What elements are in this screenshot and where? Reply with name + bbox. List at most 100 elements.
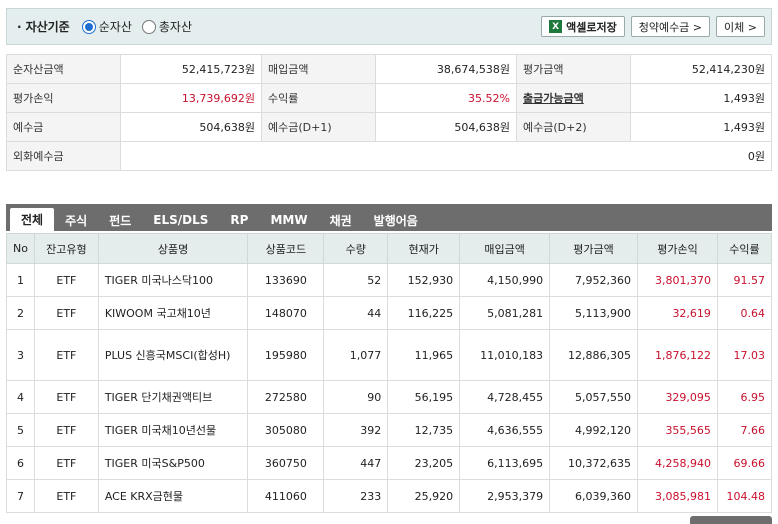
radio-net-assets[interactable]: 순자산 — [81, 18, 132, 35]
holdings-table: No 잔고유형 상품명 상품코드 수량 현재가 매입금액 평가금액 평가손익 수… — [6, 233, 773, 513]
row-number: 3 — [6, 329, 35, 381]
current-price: 116,225 — [387, 296, 461, 330]
summary-value: 1,493원 — [630, 112, 772, 142]
summary-label: 매입금액 — [261, 54, 376, 84]
product-tabs: 전체 주식 펀드 ELS/DLS RP MMW 채권 발행어음 — [6, 204, 772, 231]
table-row[interactable]: 4 ETF TIGER 단기채권액티브 272580 90 56,195 4,7… — [6, 380, 773, 414]
summary-label: 평가손익 — [6, 83, 121, 113]
holding-type: ETF — [33, 479, 99, 513]
product-name: ACE KRX금현물 — [97, 479, 249, 513]
summary-value: 13,739,692원 — [120, 83, 262, 113]
tab-fund[interactable]: 펀드 — [98, 209, 142, 231]
column-header: 수익률 — [716, 233, 773, 264]
purchase-amount: 11,010,183 — [459, 329, 551, 381]
summary-value: 52,414,230원 — [630, 54, 772, 84]
product-code: 411060 — [247, 479, 325, 513]
purchase-amount: 6,113,695 — [459, 446, 551, 480]
asset-basis-bar: · 자산기준 순자산 총자산 X 액셀로저장 청약예수금 > 이체 > — [6, 8, 772, 45]
holding-type: ETF — [33, 296, 99, 330]
eval-profit: 4,258,940 — [637, 446, 718, 480]
product-name: KIWOOM 국고채10년 — [97, 296, 249, 330]
table-row[interactable]: 1 ETF TIGER 미국나스닥100 133690 52 152,930 4… — [6, 263, 773, 297]
return-rate: 7.66 — [716, 413, 773, 447]
product-code: 360750 — [247, 446, 325, 480]
summary-value: 1,493원 — [630, 83, 772, 113]
column-header: 현재가 — [387, 233, 461, 264]
row-number: 7 — [6, 479, 35, 513]
product-name: TIGER 미국S&P500 — [97, 446, 249, 480]
purchase-amount: 4,636,555 — [459, 413, 551, 447]
holding-type: ETF — [33, 446, 99, 480]
withdrawable-amount-link[interactable]: 출금가능금액 — [516, 83, 631, 113]
table-row[interactable]: 2 ETF KIWOOM 국고채10년 148070 44 116,225 5,… — [6, 296, 773, 330]
tab-bond[interactable]: 채권 — [319, 209, 363, 231]
column-header: 평가금액 — [549, 233, 638, 264]
summary-label: 외화예수금 — [6, 141, 121, 171]
transfer-button[interactable]: 이체 > — [716, 16, 765, 37]
summary-label: 예수금 — [6, 112, 121, 142]
column-header: 매입금액 — [459, 233, 551, 264]
summary-value: 504,638원 — [120, 112, 262, 142]
column-header: 상품코드 — [247, 233, 325, 264]
radio-unselected-icon[interactable] — [141, 19, 156, 34]
quantity: 392 — [323, 413, 389, 447]
product-code: 305080 — [247, 413, 325, 447]
tab-issued-note[interactable]: 발행어음 — [363, 209, 429, 231]
bottom-scroll-tab[interactable] — [690, 516, 772, 524]
purchase-amount: 2,953,379 — [459, 479, 551, 513]
save-excel-button[interactable]: X 액셀로저장 — [541, 16, 625, 37]
row-number: 2 — [6, 296, 35, 330]
asset-basis-title: · 자산기준 — [17, 20, 70, 34]
table-row[interactable]: 7 ETF ACE KRX금현물 411060 233 25,920 2,953… — [6, 479, 773, 513]
eval-amount: 6,039,360 — [549, 479, 638, 513]
eval-profit: 1,876,122 — [637, 329, 718, 381]
tab-stock[interactable]: 주식 — [54, 209, 98, 231]
summary-value: 52,415,723원 — [120, 54, 262, 84]
tab-mmw[interactable]: MMW — [259, 209, 318, 231]
purchase-amount: 4,728,455 — [459, 380, 551, 414]
tab-els-dls[interactable]: ELS/DLS — [142, 209, 219, 231]
eval-amount: 12,886,305 — [549, 329, 638, 381]
row-number: 1 — [6, 263, 35, 297]
radio-selected-icon[interactable] — [81, 19, 96, 34]
product-name: TIGER 단기채권액티브 — [97, 380, 249, 414]
current-price: 152,930 — [387, 263, 461, 297]
product-name: TIGER 미국나스닥100 — [97, 263, 249, 297]
eval-profit: 3,085,981 — [637, 479, 718, 513]
row-number: 6 — [6, 446, 35, 480]
summary-label: 평가금액 — [516, 54, 631, 84]
summary-label: 수익률 — [261, 83, 376, 113]
subscription-deposit-button[interactable]: 청약예수금 > — [630, 16, 711, 37]
product-code: 133690 — [247, 263, 325, 297]
column-header: 상품명 — [97, 233, 249, 264]
eval-amount: 5,113,900 — [549, 296, 638, 330]
quantity: 44 — [323, 296, 389, 330]
eval-amount: 7,952,360 — [549, 263, 638, 297]
product-name: TIGER 미국채10년선물 — [97, 413, 249, 447]
summary-value: 38,674,538원 — [375, 54, 517, 84]
product-code: 272580 — [247, 380, 325, 414]
current-price: 56,195 — [387, 380, 461, 414]
table-row[interactable]: 3 ETF PLUS 신흥국MSCI(합성H) 195980 1,077 11,… — [6, 329, 773, 381]
column-header: No — [6, 233, 35, 264]
eval-amount: 10,372,635 — [549, 446, 638, 480]
product-code: 195980 — [247, 329, 325, 381]
eval-profit: 355,565 — [637, 413, 718, 447]
asset-summary-table: 순자산금액 52,415,723원 매입금액 38,674,538원 평가금액 … — [6, 54, 772, 171]
summary-value: 35.52% — [375, 83, 517, 113]
tab-rp[interactable]: RP — [219, 209, 259, 231]
quantity: 90 — [323, 380, 389, 414]
holding-type: ETF — [33, 263, 99, 297]
return-rate: 6.95 — [716, 380, 773, 414]
table-row[interactable]: 5 ETF TIGER 미국채10년선물 305080 392 12,735 4… — [6, 413, 773, 447]
return-rate: 104.48 — [716, 479, 773, 513]
eval-profit: 329,095 — [637, 380, 718, 414]
purchase-amount: 5,081,281 — [459, 296, 551, 330]
quantity: 233 — [323, 479, 389, 513]
holding-type: ETF — [33, 329, 99, 381]
return-rate: 69.66 — [716, 446, 773, 480]
table-row[interactable]: 6 ETF TIGER 미국S&P500 360750 447 23,205 6… — [6, 446, 773, 480]
radio-total-assets[interactable]: 총자산 — [141, 18, 192, 35]
tab-all[interactable]: 전체 — [10, 208, 55, 231]
current-price: 11,965 — [387, 329, 461, 381]
